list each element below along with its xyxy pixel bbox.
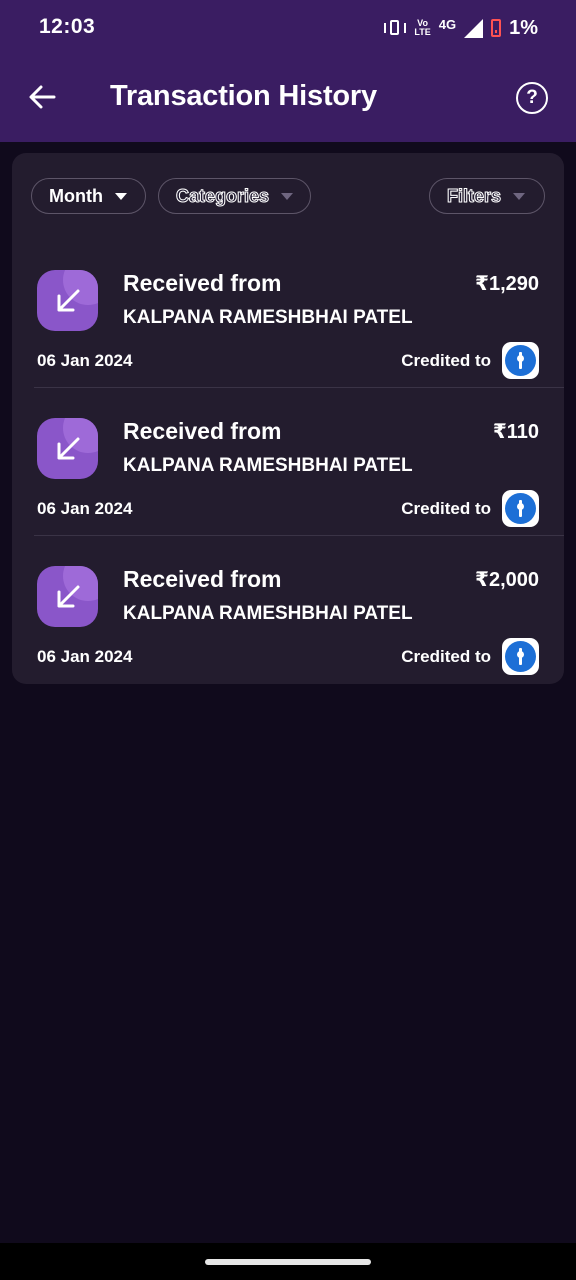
transaction-counterparty: KALPANA RAMESHBHAI PATEL — [123, 307, 413, 328]
month-filter-label: Month — [49, 185, 103, 206]
status-bar: 12:03 Vo LTE 4G 1% — [0, 0, 576, 56]
transaction-status: Credited to — [401, 499, 491, 518]
arrow-down-left-icon — [37, 270, 98, 331]
transaction-date: 06 Jan 2024 — [37, 351, 133, 370]
caret-down-icon — [281, 192, 294, 200]
signal-icon — [464, 18, 484, 38]
transaction-amount: ₹1,290 — [475, 273, 539, 295]
network-type: 4G — [438, 16, 457, 32]
transaction-amount: ₹2,000 — [475, 569, 539, 591]
navigation-bar — [0, 1243, 576, 1280]
transaction-status: Credited to — [401, 647, 491, 666]
transaction-row[interactable]: Received from KALPANA RAMESHBHAI PATEL ₹… — [12, 536, 564, 684]
app-bar: Transaction History ? — [0, 56, 576, 142]
back-button[interactable] — [26, 80, 60, 114]
transaction-counterparty: KALPANA RAMESHBHAI PATEL — [123, 603, 413, 624]
transaction-amount: ₹110 — [492, 421, 539, 443]
bank-logo-dot — [517, 503, 524, 510]
help-circle-icon: ? — [526, 87, 538, 108]
page-title: Transaction History — [110, 80, 377, 112]
transaction-status: Credited to — [401, 351, 491, 370]
status-icons: Vo LTE 4G 1% — [384, 16, 538, 40]
battery-icon — [491, 19, 502, 37]
sbi-bank-icon — [502, 638, 539, 675]
transaction-title: Received from — [123, 566, 282, 592]
transaction-date: 06 Jan 2024 — [37, 499, 133, 518]
arrow-left-icon — [29, 85, 56, 109]
sbi-bank-icon — [502, 490, 539, 527]
caret-down-icon — [114, 192, 127, 200]
help-button[interactable]: ? — [516, 82, 548, 114]
home-indicator[interactable] — [205, 1259, 371, 1265]
filters-label: Filters — [446, 185, 502, 206]
transaction-row[interactable]: Received from KALPANA RAMESHBHAI PATEL ₹… — [12, 388, 564, 536]
arrow-down-left-icon — [37, 418, 98, 479]
transaction-title: Received from — [123, 270, 282, 296]
bank-logo-dot — [517, 651, 524, 658]
arrow-down-left-icon — [37, 566, 98, 627]
vibrate-icon — [384, 19, 407, 37]
caret-down-icon — [513, 192, 526, 200]
month-filter-chip[interactable]: Month — [31, 178, 146, 214]
categories-filter-chip[interactable]: Categories — [158, 178, 311, 214]
status-time: 12:03 — [39, 15, 96, 38]
volte-line2: LTE — [414, 27, 431, 37]
battery-level: 1% — [509, 16, 538, 39]
volte-icon: Vo LTE — [414, 19, 430, 37]
transactions-card: Month Categories Filters Received from K… — [12, 153, 564, 684]
transaction-date: 06 Jan 2024 — [37, 647, 133, 666]
transaction-title: Received from — [123, 418, 282, 444]
transaction-row[interactable]: Received from KALPANA RAMESHBHAI PATEL ₹… — [12, 240, 564, 388]
transaction-counterparty: KALPANA RAMESHBHAI PATEL — [123, 455, 413, 476]
bank-logo-dot — [517, 355, 524, 362]
sbi-bank-icon — [502, 342, 539, 379]
filters-chip[interactable]: Filters — [429, 178, 545, 214]
categories-filter-label: Categories — [175, 185, 270, 206]
